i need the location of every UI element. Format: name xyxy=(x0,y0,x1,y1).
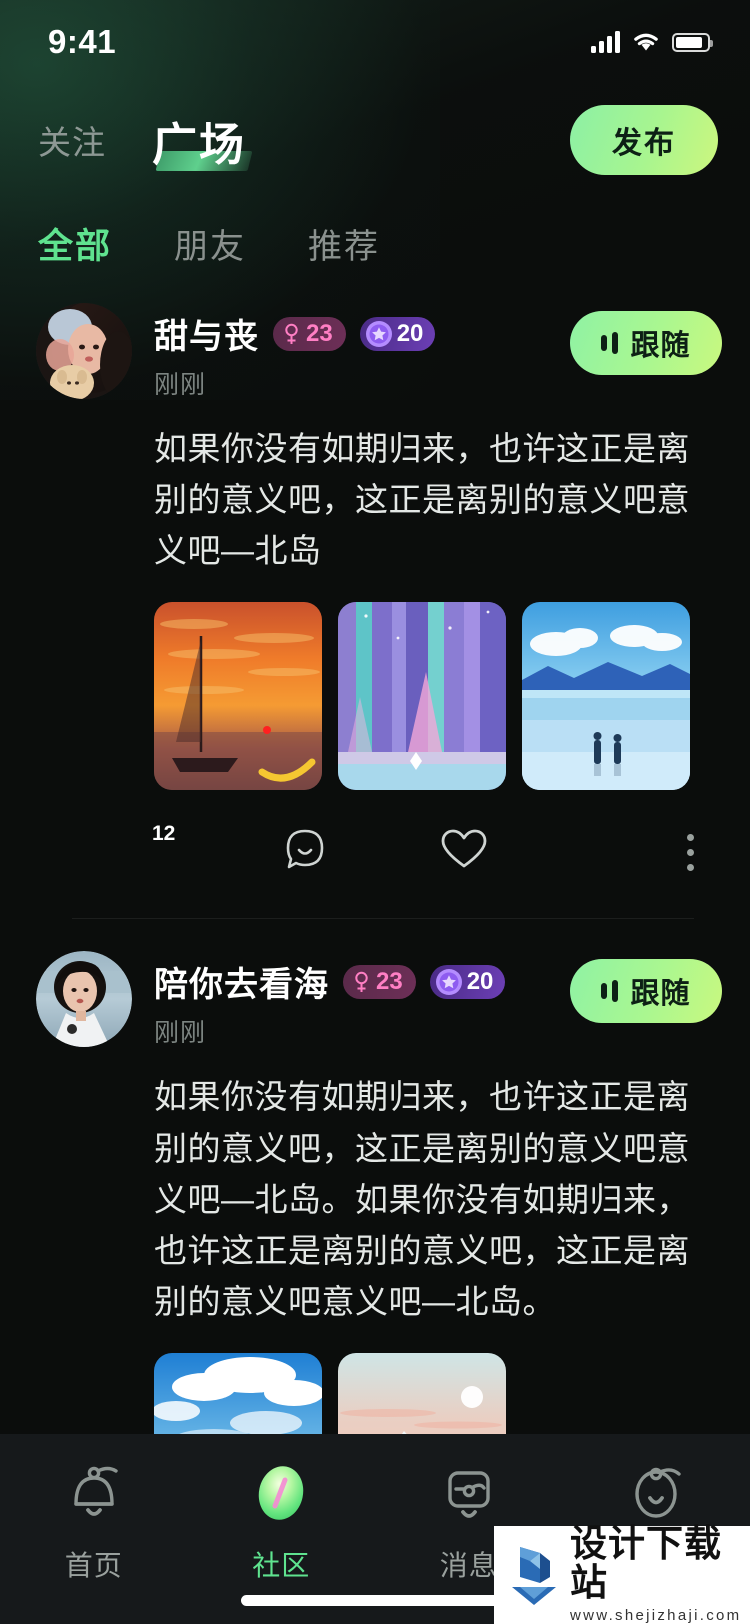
more-vertical-icon xyxy=(687,828,694,871)
publish-button[interactable]: 发布 xyxy=(570,105,718,175)
tab-all[interactable]: 全部 xyxy=(38,218,112,269)
page-title: 广场 xyxy=(152,118,247,170)
post-text: 如果你没有如期归来，也许这正是离别的意义吧，这正是离别的意义吧意义吧—北岛。如果… xyxy=(154,1078,690,1320)
post-header: 甜与丧 23 20 刚刚 跟随 xyxy=(36,303,722,401)
comment-bubble-icon xyxy=(286,830,324,869)
heart-icon xyxy=(441,830,487,868)
level-value: 20 xyxy=(396,319,424,347)
gem-icon xyxy=(435,968,462,995)
post-header: 陪你去看海 23 20 刚刚 跟随 xyxy=(36,951,722,1049)
follow-button[interactable]: 跟随 xyxy=(570,311,722,375)
post-item: 甜与丧 23 20 刚刚 跟随 如果你没有如期归来，也许这正是离别的意义吧，这正… xyxy=(0,295,750,920)
post-meta: 陪你去看海 23 20 刚刚 xyxy=(154,951,570,1049)
post-feed: 甜与丧 23 20 刚刚 跟随 如果你没有如期归来，也许这正是离别的意义吧，这正… xyxy=(0,295,750,1624)
comment-button[interactable] xyxy=(282,826,328,872)
gem-icon xyxy=(365,320,392,347)
gender-age-value: 23 xyxy=(306,319,333,347)
avatar[interactable] xyxy=(36,303,132,399)
female-symbol-icon xyxy=(355,971,368,992)
profile-face-icon xyxy=(624,1456,688,1530)
app-header: 关注 广场 发布 xyxy=(0,84,750,196)
tab-recommend[interactable]: 推荐 xyxy=(308,219,380,268)
cellular-signal-icon xyxy=(591,31,620,53)
sound-wave-icon xyxy=(601,980,619,1003)
nav-item-community[interactable]: 社区 xyxy=(188,1456,376,1584)
watermark-url: www.shejizhaji.com xyxy=(570,1606,742,1624)
bell-face-icon xyxy=(62,1456,126,1530)
site-watermark: 设计下载站 www.shejizhaji.com xyxy=(494,1524,750,1624)
message-face-icon xyxy=(437,1456,501,1530)
watermark-title: 设计下载站 xyxy=(570,1524,722,1604)
page-title-wrap: 广场 xyxy=(152,108,253,173)
wifi-icon xyxy=(634,33,658,51)
avatar[interactable] xyxy=(36,951,132,1048)
more-options-button[interactable] xyxy=(681,828,700,871)
filter-tabs: 全部 朋友 推荐 xyxy=(0,196,750,295)
nav-tab-following[interactable]: 关注 xyxy=(38,116,106,164)
sunset-sailboat-thumbnail[interactable] xyxy=(154,602,322,791)
post-meta: 甜与丧 23 20 刚刚 xyxy=(154,303,570,401)
follow-button-label: 跟随 xyxy=(630,978,691,1011)
post-username[interactable]: 甜与丧 xyxy=(154,309,259,358)
follow-button-label: 跟随 xyxy=(630,330,691,362)
level-value: 20 xyxy=(466,967,494,995)
post-timestamp: 刚刚 xyxy=(154,1019,207,1048)
blue-beach-figures-thumbnail[interactable] xyxy=(522,602,690,791)
female-symbol-icon xyxy=(285,323,298,344)
gender-age-badge: 23 xyxy=(273,316,346,351)
nav-label-community: 社区 xyxy=(252,1550,311,1581)
like-count: 12 xyxy=(152,822,176,846)
purple-abstract-forest-thumbnail[interactable] xyxy=(338,602,506,791)
follow-button[interactable]: 跟随 xyxy=(570,959,722,1024)
post-actions: 12 xyxy=(152,818,722,880)
watermark-text: 设计下载站 www.shejizhaji.com xyxy=(570,1524,750,1624)
gender-age-value: 23 xyxy=(376,967,403,995)
post-gallery xyxy=(154,602,722,791)
nav-item-home[interactable]: 首页 xyxy=(0,1456,188,1584)
status-icons xyxy=(591,31,713,53)
nav-label-messages: 消息 xyxy=(439,1550,498,1581)
battery-icon xyxy=(672,32,713,52)
post-text: 如果你没有如期归来，也许这正是离别的意义吧，这正是离别的意义吧意义吧—北岛 xyxy=(154,430,690,570)
name-row: 陪你去看海 23 20 xyxy=(154,957,570,1006)
post-username[interactable]: 陪你去看海 xyxy=(154,957,329,1006)
favorite-button[interactable] xyxy=(440,827,488,871)
name-row: 甜与丧 23 20 xyxy=(154,309,570,358)
nav-label-home: 首页 xyxy=(64,1550,123,1581)
home-indicator xyxy=(241,1595,509,1606)
status-time: 9:41 xyxy=(48,23,117,60)
level-badge: 20 xyxy=(429,964,506,999)
tab-friends[interactable]: 朋友 xyxy=(174,219,246,268)
post-timestamp: 刚刚 xyxy=(154,371,207,399)
level-badge: 20 xyxy=(359,316,436,351)
download-site-logo-icon xyxy=(512,1547,556,1605)
gender-age-badge: 23 xyxy=(343,964,416,999)
status-bar: 9:41 xyxy=(0,0,750,84)
community-egg-icon xyxy=(249,1456,313,1530)
app-screen: 9:41 关注 广场 发布 全部 朋友 推荐 甜与丧 23 20 刚刚 跟随 如… xyxy=(0,0,750,1624)
sound-wave-icon xyxy=(601,332,619,354)
